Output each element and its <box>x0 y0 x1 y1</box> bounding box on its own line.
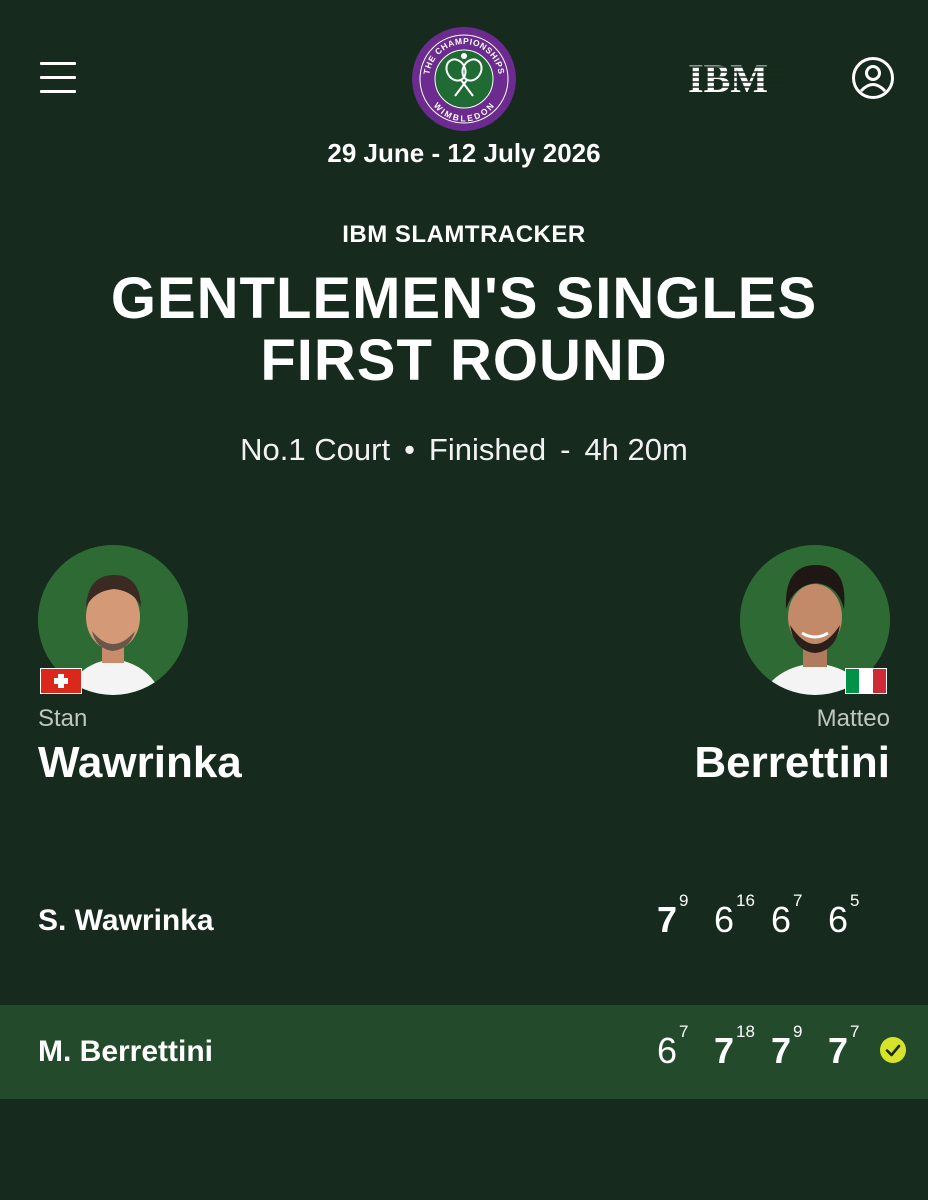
match-status: Finished <box>428 432 547 467</box>
slamtracker-label: IBM SLAMTRACKER <box>342 221 586 248</box>
set-score: 65 <box>828 891 860 940</box>
score-player-name: M. Berrettini <box>38 1035 214 1068</box>
player1-first-name: Stan <box>38 705 88 732</box>
set-score: 6 16 <box>714 891 755 940</box>
match-duration: 4h 20m <box>584 432 688 467</box>
set-score: 7 18 <box>714 1022 755 1071</box>
player2-last-name[interactable]: Berrettini <box>694 738 890 788</box>
dash-separator: - <box>560 432 571 467</box>
winner-check-icon <box>880 1037 906 1063</box>
bullet-separator: • <box>404 432 415 467</box>
tiebreak-score: 7 <box>679 1022 689 1041</box>
tiebreak-score: 18 <box>736 1022 755 1041</box>
score-player-name: S. Wawrinka <box>38 904 214 937</box>
tiebreak-score: 7 <box>793 891 803 910</box>
flag-italy-icon <box>845 668 887 694</box>
account-icon[interactable] <box>851 56 895 100</box>
player2-first-name: Matteo <box>816 705 890 732</box>
player1-last-name[interactable]: Wawrinka <box>38 738 242 788</box>
score-row-player2[interactable]: M. Berrettini 67 7 18 79 77 <box>0 1005 928 1099</box>
match-info: No.1 Court • Finished -4h 20m <box>0 432 928 468</box>
set-score: 77 <box>828 1022 860 1071</box>
event-title-line2: FIRST ROUND <box>260 328 668 393</box>
tiebreak-score: 9 <box>679 891 689 910</box>
tiebreak-score: 7 <box>850 1022 860 1041</box>
event-title: GENTLEMEN'S SINGLES FIRST ROUND <box>0 268 928 392</box>
set-score: 79 <box>771 1022 803 1071</box>
court-name: No.1 Court <box>240 432 391 467</box>
menu-icon[interactable] <box>40 62 76 94</box>
ibm-logo: IBM <box>688 56 788 101</box>
wimbledon-logo[interactable]: THE CHAMPIONSHIPS WIMBLEDON <box>411 26 517 132</box>
tiebreak-score: 9 <box>793 1022 803 1041</box>
tournament-dates: 29 June - 12 July 2026 <box>327 138 601 168</box>
score-row-player1[interactable]: S. Wawrinka 79 6 16 67 65 <box>0 874 928 968</box>
flag-switzerland-icon <box>40 668 82 694</box>
event-title-line1: GENTLEMEN'S SINGLES <box>110 266 818 331</box>
set-score: 79 <box>657 891 689 940</box>
set-score: 67 <box>657 1022 689 1071</box>
set-score: 67 <box>771 891 803 940</box>
tiebreak-score: 16 <box>736 891 755 910</box>
tiebreak-score: 5 <box>850 891 860 910</box>
